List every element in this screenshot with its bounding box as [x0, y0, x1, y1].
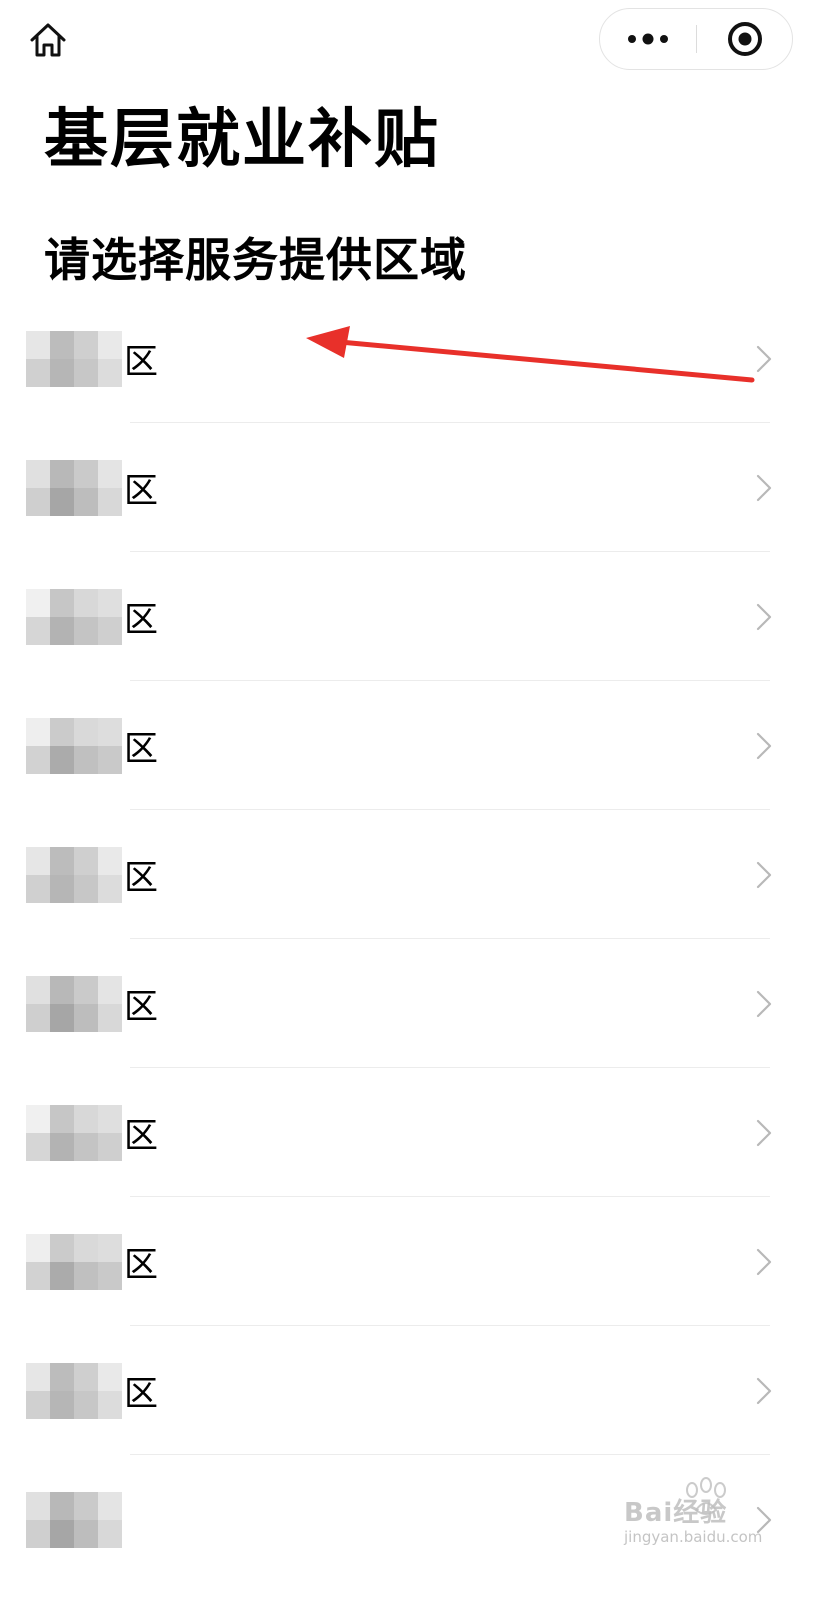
top-bar [0, 0, 830, 80]
region-name: 区 [26, 939, 158, 1068]
watermark-url: jingyan.baidu.com [624, 1528, 763, 1546]
region-name: 区 [26, 1197, 158, 1326]
watermark-brand: Bai经验 [624, 1498, 728, 1528]
region-list-item[interactable]: 区 [0, 423, 830, 552]
region-suffix: 区 [124, 1245, 158, 1285]
chevron-right-icon [756, 810, 772, 939]
region-suffix: 区 [124, 729, 158, 769]
redacted-region-name [26, 1104, 122, 1161]
region-list-item[interactable]: 区 [0, 681, 830, 810]
close-button[interactable] [697, 9, 793, 69]
redacted-region-name [26, 1233, 122, 1290]
region-suffix: 区 [124, 1374, 158, 1414]
chevron-right-icon [756, 1326, 772, 1455]
region-name: 区 [26, 423, 158, 552]
chevron-right-icon [756, 552, 772, 681]
mini-program-capsule [599, 8, 793, 70]
more-dots-icon [628, 33, 668, 45]
region-list-item[interactable]: 区 [0, 1068, 830, 1197]
region-name: 区 [26, 681, 158, 810]
region-suffix: 区 [124, 471, 158, 511]
region-suffix: 区 [124, 987, 158, 1027]
baidu-watermark: Bai经验 jingyan.baidu.com [618, 1477, 778, 1556]
region-list-item[interactable]: 区 [0, 939, 830, 1068]
redacted-region-name [26, 1491, 122, 1548]
region-name: 区 [26, 810, 158, 939]
region-list-item[interactable]: 区 [0, 1197, 830, 1326]
region-name: 区 [26, 552, 158, 681]
section-subtitle: 请选择服务提供区域 [44, 233, 467, 287]
region-name: 区 [26, 1068, 158, 1197]
region-list-item[interactable]: 区 [0, 810, 830, 939]
redacted-region-name [26, 717, 122, 774]
region-suffix: 区 [124, 858, 158, 898]
region-list-item[interactable]: 区 [0, 294, 830, 423]
redacted-region-name [26, 1362, 122, 1419]
region-name [26, 1455, 124, 1584]
region-list-item[interactable]: 区 [0, 1326, 830, 1455]
chevron-right-icon [756, 1197, 772, 1326]
home-button[interactable] [26, 18, 70, 62]
chevron-right-icon [756, 1068, 772, 1197]
chevron-right-icon [756, 423, 772, 552]
redacted-region-name [26, 459, 122, 516]
region-suffix: 区 [124, 342, 158, 382]
region-suffix: 区 [124, 1116, 158, 1156]
region-list: 区区区区区区区区区 [0, 294, 830, 1584]
redacted-region-name [26, 975, 122, 1032]
region-suffix: 区 [124, 600, 158, 640]
region-list-item[interactable]: 区 [0, 552, 830, 681]
region-name: 区 [26, 294, 158, 423]
chevron-right-icon [756, 681, 772, 810]
redacted-region-name [26, 588, 122, 645]
chevron-right-icon [756, 294, 772, 423]
redacted-region-name [26, 846, 122, 903]
target-close-icon [728, 22, 762, 56]
redacted-region-name [26, 330, 122, 387]
chevron-right-icon [756, 939, 772, 1068]
more-button[interactable] [600, 9, 696, 69]
home-icon [30, 23, 66, 57]
page-title: 基层就业补贴 [44, 103, 440, 177]
region-name: 区 [26, 1326, 158, 1455]
